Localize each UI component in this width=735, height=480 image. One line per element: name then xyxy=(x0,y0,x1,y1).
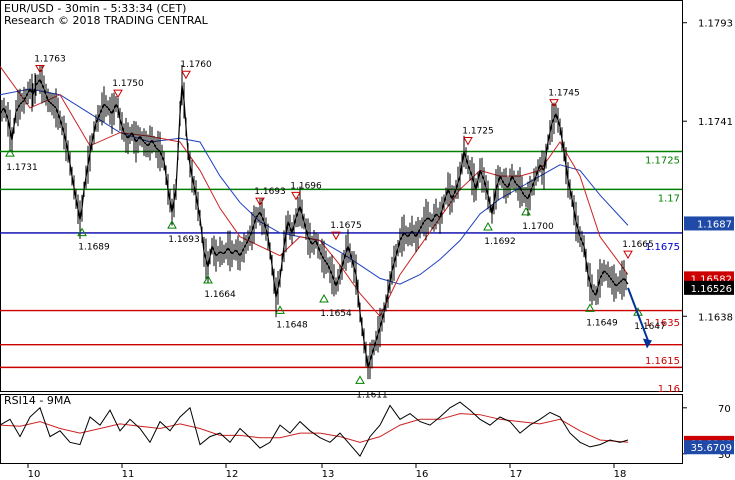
peak-low-label: 1.1611 xyxy=(356,390,388,400)
trading-chart: 1.17251.171.16751.16351.16151.16 1.17631… xyxy=(0,0,734,480)
peak-high-marker xyxy=(291,191,301,201)
level-label: 1.1615 xyxy=(645,356,680,367)
peak-high-label: 1.1760 xyxy=(180,60,212,70)
peak-low-marker xyxy=(5,148,15,157)
peak-high-marker xyxy=(623,250,633,260)
peak-low-label: 1.1648 xyxy=(276,320,308,330)
x-tick-label: 12 xyxy=(226,469,239,480)
chart-subtitle: Research © 2018 TRADING CENTRAL xyxy=(4,14,209,27)
peaks-layer: 1.1763 1.1750 1.1760 1.1693 1.1696 1.1675 1.17… xyxy=(5,55,666,400)
peak-low-label: 1.1731 xyxy=(6,163,38,173)
peak-high-label: 1.1696 xyxy=(290,181,322,191)
peak-low-label: 1.1647 xyxy=(634,322,666,332)
peak-high-label: 1.1745 xyxy=(548,89,580,99)
rsi-badge: 35.6709 xyxy=(691,443,732,454)
peak-low-marker xyxy=(275,305,285,314)
main-panel-frame xyxy=(0,0,683,392)
peak-low-marker xyxy=(483,221,493,231)
price-badge: 1.1687 xyxy=(697,219,732,230)
rsi-layer xyxy=(0,401,629,457)
y-tick-label: 1.1793 xyxy=(698,19,733,30)
peak-high-label: 1.1675 xyxy=(330,221,362,231)
peak-low-label: 1.1664 xyxy=(204,290,236,300)
peak-high-label: 1.1763 xyxy=(34,55,66,65)
x-tick-label: 11 xyxy=(122,469,135,480)
level-label: 1.16 xyxy=(658,384,680,395)
rsi-panel-title: RSI14 - 9MA xyxy=(4,394,71,407)
peak-low-label: 1.1692 xyxy=(484,237,516,247)
rsi-panel-frame xyxy=(0,394,683,464)
x-tick-label: 18 xyxy=(614,469,627,480)
rsi-y-tick-label: 70 xyxy=(718,404,731,415)
peak-low-label: 1.1654 xyxy=(320,309,352,319)
peak-low-marker xyxy=(355,375,365,384)
price-badge: 1.16526 xyxy=(691,284,732,295)
peak-high-marker xyxy=(463,136,473,146)
x-tick-label: 16 xyxy=(416,469,429,480)
y-tick-label: 1.1741 xyxy=(698,117,733,128)
peak-low-marker xyxy=(77,227,87,237)
peak-low-marker xyxy=(521,206,531,216)
peak-high-label: 1.1750 xyxy=(112,79,144,89)
peak-high-label: 1.1665 xyxy=(622,240,654,250)
level-label: 1.17 xyxy=(658,193,680,204)
level-label: 1.1725 xyxy=(645,155,680,166)
forecast-arrow-head xyxy=(643,338,652,349)
y-tick-label: 1.1638 xyxy=(698,312,733,323)
levels-layer: 1.17251.171.16751.16351.16151.16 xyxy=(0,150,682,395)
peak-low-label: 1.1649 xyxy=(586,318,618,328)
x-tick-label: 10 xyxy=(28,469,41,480)
peak-high-marker xyxy=(181,70,191,80)
peak-low-label: 1.1700 xyxy=(522,222,554,232)
x-tick-label: 17 xyxy=(510,469,523,480)
peak-low-label: 1.1693 xyxy=(168,235,200,245)
peak-high-label: 1.1725 xyxy=(462,126,494,136)
chart-root: 1.1725 1.17 1.1675 1.1635 1.1615 1.16 1.1763 1… xyxy=(0,0,735,480)
x-tick-label: 13 xyxy=(322,469,335,480)
forecast-arrow-shaft xyxy=(627,287,649,341)
peak-low-marker xyxy=(319,293,329,303)
badges-layer: 1.16871.165821.1652638.314935.6709 xyxy=(684,216,734,455)
peak-low-label: 1.1689 xyxy=(78,243,110,253)
rsi-line xyxy=(0,401,629,457)
peak-high-marker xyxy=(113,89,123,99)
peak-high-label: 1.1693 xyxy=(254,187,286,197)
rsi-ma-line xyxy=(0,413,629,443)
